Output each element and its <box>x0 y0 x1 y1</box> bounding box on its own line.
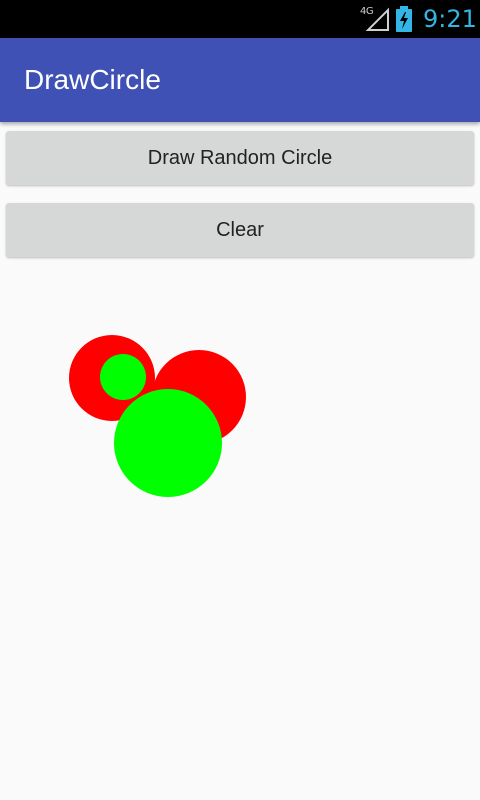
battery-charging-icon <box>396 6 412 32</box>
signal-icon <box>365 7 389 31</box>
status-bar: 4G 9:21 <box>0 0 480 38</box>
green-circle-large <box>114 389 222 497</box>
drawing-canvas[interactable] <box>0 262 480 800</box>
clear-button[interactable]: Clear <box>6 203 474 257</box>
draw-random-circle-button[interactable]: Draw Random Circle <box>6 131 474 185</box>
network-status: 4G <box>360 6 390 32</box>
status-time: 9:21 <box>423 5 477 33</box>
app-bar: DrawCircle <box>0 38 480 122</box>
app-title: DrawCircle <box>24 64 161 95</box>
green-circle-small <box>100 354 146 400</box>
